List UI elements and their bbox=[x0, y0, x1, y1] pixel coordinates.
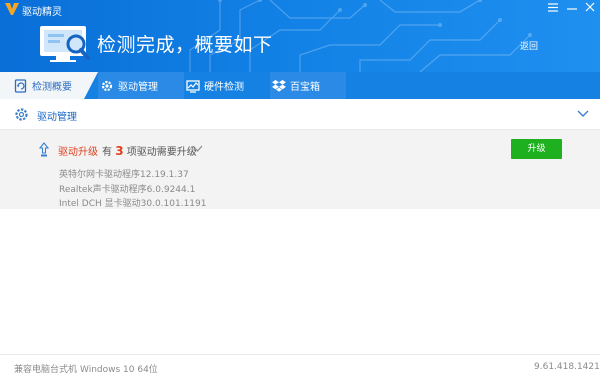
section-title: 驱动管理 bbox=[37, 112, 77, 123]
list-item: 英特尔网卡驱动程序12.19.1.37 bbox=[59, 170, 189, 180]
driver-upgrade-panel: 驱动升级 有 3 项驱动需要升级 升级 英特尔网卡驱动程序12.19.1.37 … bbox=[0, 130, 600, 209]
app-title: 驱动精灵 bbox=[22, 7, 62, 18]
status-bar: 兼容电脑台式机 Windows 10 64位 9.61.418.1421 bbox=[0, 354, 600, 378]
gear-icon bbox=[100, 79, 114, 93]
gear-icon bbox=[15, 108, 28, 121]
upgrade-count: 3 bbox=[115, 144, 124, 158]
dropbox-icon bbox=[272, 79, 286, 93]
minimize-icon[interactable] bbox=[565, 2, 579, 16]
close-icon[interactable] bbox=[583, 2, 597, 16]
page-headline: 检测完成，概要如下 bbox=[97, 34, 273, 56]
chart-monitor-icon bbox=[186, 79, 200, 93]
tab-label: 硬件检测 bbox=[204, 82, 244, 93]
tab-label: 检测概要 bbox=[32, 82, 72, 93]
return-link[interactable]: 返回 bbox=[520, 39, 538, 52]
machine-type: 兼容电脑台式机 bbox=[14, 365, 78, 375]
chevron-down-icon[interactable] bbox=[192, 144, 203, 153]
tab-label: 百宝箱 bbox=[290, 82, 320, 93]
refresh-doc-icon bbox=[14, 78, 28, 93]
tab-detection-overview[interactable]: 检测概要 bbox=[0, 72, 98, 99]
header-banner: 驱动精灵 检测完成，概要如下 返回 bbox=[0, 0, 600, 72]
upgrade-desc-suffix: 项驱动需要升级 bbox=[126, 147, 197, 158]
driver-management-section-header[interactable]: 驱动管理 bbox=[0, 99, 600, 130]
upgrade-summary: 有 3 项驱动需要升级 bbox=[102, 143, 197, 158]
os-info: Windows 10 64位 bbox=[80, 365, 158, 375]
driver-upgrade-label: 驱动升级 bbox=[58, 147, 98, 158]
tab-bar: 驱动管理 硬件检测 百宝箱 检测概要 bbox=[0, 72, 600, 99]
version-number: 9.61.418.1421 bbox=[534, 362, 600, 372]
tab-driver-management[interactable]: 驱动管理 bbox=[98, 72, 184, 99]
menu-icon[interactable] bbox=[546, 2, 560, 16]
tab-label: 驱动管理 bbox=[118, 82, 158, 93]
upload-pin-icon bbox=[39, 142, 49, 157]
list-item: Intel DCH 显卡驱动30.0.101.1191 bbox=[59, 199, 207, 209]
upgrade-desc-prefix: 有 bbox=[102, 147, 112, 158]
chevron-down-icon[interactable] bbox=[577, 109, 589, 119]
tab-hardware-detection[interactable]: 硬件检测 bbox=[184, 72, 270, 99]
monitor-search-icon bbox=[40, 26, 90, 62]
list-item: Realtek声卡驱动程序6.0.9244.1 bbox=[59, 185, 196, 195]
tab-toolbox[interactable]: 百宝箱 bbox=[270, 72, 346, 99]
app-logo-icon bbox=[5, 3, 19, 15]
upgrade-button[interactable]: 升级 bbox=[511, 139, 562, 159]
